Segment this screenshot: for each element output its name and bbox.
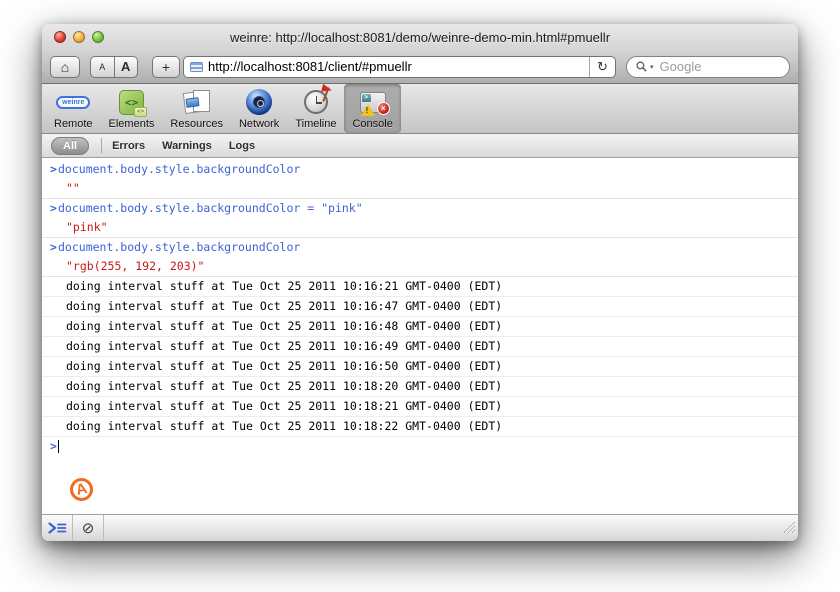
network-icon <box>246 89 272 115</box>
home-button[interactable]: ⌂ <box>50 56 80 78</box>
toolbar-button-resources[interactable]: Resources <box>162 84 231 133</box>
console-result: "pink" <box>42 218 798 237</box>
resources-icon <box>183 89 211 115</box>
input-prompt-icon: > <box>42 437 58 456</box>
status-bar: ⊘ <box>42 514 798 541</box>
text-cursor <box>58 440 59 453</box>
console-log-row: doing interval stuff at Tue Oct 25 2011 … <box>42 317 798 337</box>
filter-warnings[interactable]: Warnings <box>162 140 212 152</box>
console-log-row: doing interval stuff at Tue Oct 25 2011 … <box>42 377 798 397</box>
window-header: weinre: http://localhost:8081/demo/weinr… <box>42 24 798 84</box>
weinre-badge-icon: weinre <box>56 96 90 109</box>
console-icon: >!× <box>360 92 386 113</box>
console-log-row: doing interval stuff at Tue Oct 25 2011 … <box>42 337 798 357</box>
minimize-button[interactable] <box>73 31 85 43</box>
filter-errors[interactable]: Errors <box>112 140 145 152</box>
console-output[interactable]: >document.body.style.backgroundColor "" … <box>42 158 798 514</box>
console-prompt-icon <box>48 522 67 534</box>
filter-divider <box>101 138 102 153</box>
console-result: "rgb(255, 192, 203)" <box>42 257 798 276</box>
increase-font-button[interactable]: A <box>115 57 138 77</box>
reload-icon: ↻ <box>597 59 608 75</box>
decrease-font-button[interactable]: A <box>91 57 115 77</box>
browser-window: weinre: http://localhost:8081/demo/weinr… <box>42 24 798 541</box>
toolbar-button-elements[interactable]: <><> Elements <box>101 84 163 133</box>
command-prompt-icon: > <box>42 199 58 218</box>
filter-logs[interactable]: Logs <box>229 140 255 152</box>
elements-icon: <><> <box>119 90 144 115</box>
search-input[interactable]: ▾ Google <box>626 56 790 78</box>
home-icon: ⌂ <box>61 59 69 75</box>
new-tab-button[interactable]: + <box>152 56 180 78</box>
console-log-row: doing interval stuff at Tue Oct 25 2011 … <box>42 277 798 297</box>
resize-grip[interactable] <box>783 521 796 539</box>
browser-toolbar: ⌂ A A + http://localhost:8081/client/#pm… <box>42 50 798 83</box>
console-command: document.body.style.backgroundColor <box>58 160 300 179</box>
zoom-button[interactable] <box>92 31 104 43</box>
search-options-caret-icon[interactable]: ▾ <box>650 63 654 71</box>
console-log-row: doing interval stuff at Tue Oct 25 2011 … <box>42 397 798 417</box>
clear-console-icon: ⊘ <box>82 521 95 536</box>
address-bar-url: http://localhost:8081/client/#pmuellr <box>208 59 589 74</box>
show-console-button[interactable] <box>42 515 73 541</box>
console-command: document.body.style.backgroundColor <box>58 238 300 257</box>
console-entry: >document.body.style.backgroundColor "" <box>42 160 798 199</box>
titlebar[interactable]: weinre: http://localhost:8081/demo/weinr… <box>42 24 798 50</box>
console-log-row: doing interval stuff at Tue Oct 25 2011 … <box>42 297 798 317</box>
search-icon <box>636 61 647 72</box>
reload-button[interactable]: ↻ <box>589 57 615 77</box>
font-size-segmented-control: A A <box>90 56 138 78</box>
window-title: weinre: http://localhost:8081/demo/weinr… <box>42 30 798 45</box>
toolbar-button-console[interactable]: >!× Console <box>344 84 400 133</box>
command-prompt-icon: > <box>42 160 58 179</box>
console-log-row: doing interval stuff at Tue Oct 25 2011 … <box>42 417 798 437</box>
page-favicon-icon <box>190 62 203 72</box>
console-log-row: doing interval stuff at Tue Oct 25 2011 … <box>42 357 798 377</box>
console-entry: >document.body.style.backgroundColor "rg… <box>42 238 798 277</box>
console-result: "" <box>42 179 798 198</box>
close-button[interactable] <box>54 31 66 43</box>
console-filter-bar: All Errors Warnings Logs <box>42 134 798 158</box>
filter-all[interactable]: All <box>51 137 89 155</box>
command-prompt-icon: > <box>42 238 58 257</box>
toolbar-button-remote[interactable]: weinre Remote <box>46 84 101 133</box>
search-placeholder: Google <box>660 59 702 74</box>
console-command: document.body.style.backgroundColor = "p… <box>58 199 363 218</box>
address-bar[interactable]: http://localhost:8081/client/#pmuellr ↻ <box>183 56 616 78</box>
clear-console-button[interactable]: ⊘ <box>73 515 104 541</box>
console-entry: >document.body.style.backgroundColor = "… <box>42 199 798 238</box>
toolbar-button-timeline[interactable]: Timeline <box>287 84 344 133</box>
toolbar-button-network[interactable]: Network <box>231 84 287 133</box>
console-input-line[interactable]: > <box>42 437 798 456</box>
timeline-icon <box>304 90 328 114</box>
apache-logo-icon: A <box>68 476 96 504</box>
inspector-toolbar: weinre Remote <><> Elements Resources Ne… <box>42 84 798 134</box>
plus-icon: + <box>162 59 170 75</box>
